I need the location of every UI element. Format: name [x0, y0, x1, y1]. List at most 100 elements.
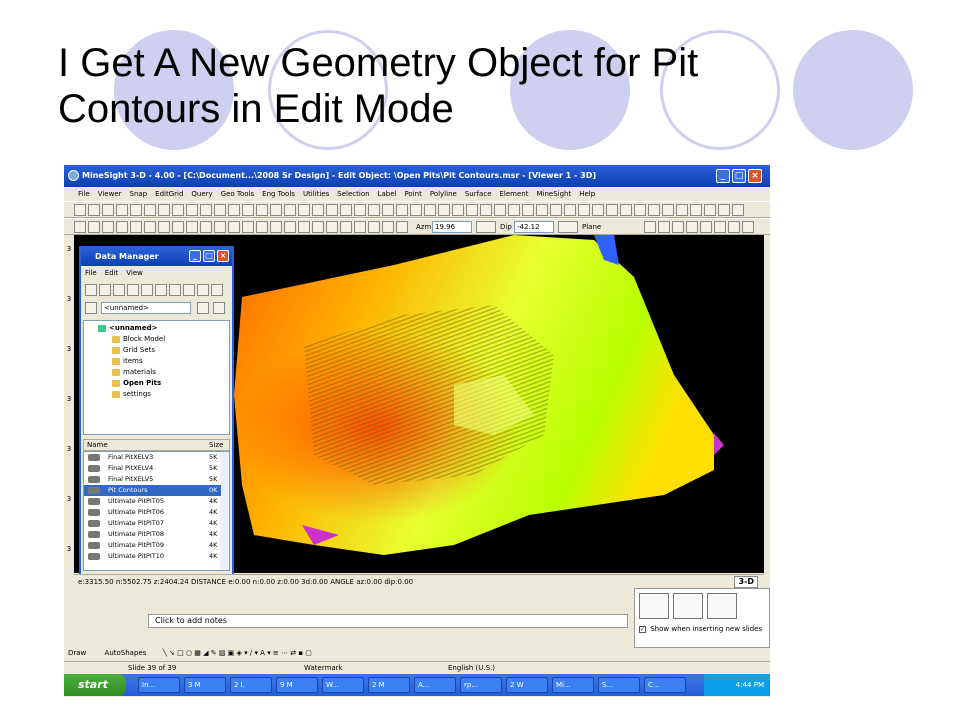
- toolbar-button[interactable]: [522, 204, 534, 216]
- list-scrollbar[interactable]: [220, 452, 229, 570]
- toolbar-button[interactable]: [256, 204, 268, 216]
- toolbar-button[interactable]: [648, 204, 660, 216]
- tree-item[interactable]: materials: [112, 367, 156, 377]
- taskbar-button[interactable]: 2 M: [368, 677, 410, 693]
- save-icon[interactable]: [213, 302, 225, 314]
- dip-field[interactable]: -42.12: [514, 221, 554, 233]
- toolbar-button[interactable]: [382, 221, 394, 233]
- toolbar-button[interactable]: [658, 221, 670, 233]
- dm-toolbar-button[interactable]: [127, 284, 139, 296]
- toolbar-button[interactable]: [214, 204, 226, 216]
- toolbar-button[interactable]: [144, 221, 156, 233]
- menu-item[interactable]: File: [78, 187, 90, 201]
- toolbar-button[interactable]: [298, 204, 310, 216]
- toolbar-button[interactable]: [424, 204, 436, 216]
- toolbar-button[interactable]: [592, 204, 604, 216]
- tree-item[interactable]: settings: [112, 389, 151, 399]
- toolbar-button[interactable]: [200, 221, 212, 233]
- list-item[interactable]: Ultimate PitPIT08 4K: [84, 529, 221, 540]
- toolbar-button[interactable]: [298, 221, 310, 233]
- dm-toolbar-button[interactable]: [169, 284, 181, 296]
- toolbar-button[interactable]: [312, 204, 324, 216]
- menu-item[interactable]: Utilities: [303, 187, 329, 201]
- taskbar-button[interactable]: Mi...: [552, 677, 594, 693]
- tree-item[interactable]: Block Model: [112, 334, 165, 344]
- taskbar-button[interactable]: 2 I.: [230, 677, 272, 693]
- menu-item[interactable]: Eng Tools: [262, 187, 295, 201]
- dm-close-button[interactable]: ×: [217, 250, 229, 262]
- toolbar-button[interactable]: [130, 221, 142, 233]
- toolbar-button[interactable]: [144, 204, 156, 216]
- toolbar-button[interactable]: [494, 204, 506, 216]
- list-item[interactable]: Final PitXELV5 5K: [84, 474, 221, 485]
- toolbar-button[interactable]: [634, 204, 646, 216]
- toolbar-button[interactable]: [354, 221, 366, 233]
- dm-menu-item[interactable]: View: [126, 269, 143, 277]
- dm-menu-item[interactable]: Edit: [105, 269, 119, 277]
- menu-item[interactable]: Label: [378, 187, 397, 201]
- toolbar-button[interactable]: [728, 221, 740, 233]
- taskbar-button[interactable]: 9 M: [276, 677, 318, 693]
- tree-item[interactable]: Open Pits: [112, 378, 161, 388]
- toolbar-button[interactable]: [700, 221, 712, 233]
- toolbar-button[interactable]: [200, 204, 212, 216]
- toolbar-button[interactable]: [354, 204, 366, 216]
- taskbar-button[interactable]: 3 M: [184, 677, 226, 693]
- toolbar-button[interactable]: [466, 204, 478, 216]
- taskbar-button[interactable]: C...: [644, 677, 686, 693]
- dm-maximize-button[interactable]: □: [203, 250, 215, 262]
- menu-item[interactable]: Viewer: [98, 187, 122, 201]
- azm-stepper[interactable]: [476, 221, 496, 233]
- menu-item[interactable]: Help: [579, 187, 595, 201]
- menu-item[interactable]: Snap: [130, 187, 148, 201]
- toolbar-button[interactable]: [340, 204, 352, 216]
- menu-item[interactable]: Point: [404, 187, 421, 201]
- list-item[interactable]: Pit Contours 0K: [84, 485, 221, 496]
- toolbar-button[interactable]: [368, 204, 380, 216]
- toolbar-button[interactable]: [662, 204, 674, 216]
- toolbar-button[interactable]: [186, 221, 198, 233]
- toolbar-button[interactable]: [606, 204, 618, 216]
- tree-item[interactable]: Grid Sets: [112, 345, 155, 355]
- column-name[interactable]: Name: [87, 440, 108, 450]
- toolbar-button[interactable]: [242, 221, 254, 233]
- toolbar-button[interactable]: [116, 221, 128, 233]
- toolbar-button[interactable]: [686, 221, 698, 233]
- close-button[interactable]: ×: [748, 169, 762, 183]
- toolbar-button[interactable]: [480, 204, 492, 216]
- minimize-button[interactable]: _: [716, 169, 730, 183]
- toolbar-button[interactable]: [88, 221, 100, 233]
- menu-item[interactable]: MineSight: [536, 187, 571, 201]
- toolbar-button[interactable]: [410, 204, 422, 216]
- list-item[interactable]: Final PitXELV3 5K: [84, 452, 221, 463]
- dm-toolbar-button[interactable]: [99, 284, 111, 296]
- toolbar-button[interactable]: [158, 204, 170, 216]
- toolbar-button[interactable]: [742, 221, 754, 233]
- dm-toolbar-button[interactable]: [141, 284, 153, 296]
- dm-toolbar-button[interactable]: [85, 284, 97, 296]
- tree-item[interactable]: items: [112, 356, 142, 366]
- menu-item[interactable]: Geo Tools: [221, 187, 254, 201]
- layout-thumbnail[interactable]: [707, 593, 737, 619]
- toolbar-button[interactable]: [714, 221, 726, 233]
- toolbar-button[interactable]: [536, 204, 548, 216]
- taskbar-button[interactable]: A...: [414, 677, 456, 693]
- layout-thumbnail[interactable]: [639, 593, 669, 619]
- toolbar-button[interactable]: [74, 204, 86, 216]
- toolbar-button[interactable]: [102, 221, 114, 233]
- toolbar-button[interactable]: [256, 221, 268, 233]
- notes-pane[interactable]: Click to add notes: [148, 614, 628, 628]
- list-item[interactable]: Ultimate PitPIT05 4K: [84, 496, 221, 507]
- open-folder-icon[interactable]: [197, 302, 209, 314]
- toolbar-button[interactable]: [676, 204, 688, 216]
- dip-stepper[interactable]: [558, 221, 578, 233]
- toolbar-button[interactable]: [550, 204, 562, 216]
- start-button[interactable]: start: [64, 674, 126, 696]
- list-item[interactable]: Final PitXELV4 5K: [84, 463, 221, 474]
- toolbar-button[interactable]: [242, 204, 254, 216]
- dm-toolbar-button[interactable]: [155, 284, 167, 296]
- dm-toolbar-button[interactable]: [183, 284, 195, 296]
- toolbar-button[interactable]: [158, 221, 170, 233]
- folder-up-icon[interactable]: [85, 302, 97, 314]
- toolbar-button[interactable]: [382, 204, 394, 216]
